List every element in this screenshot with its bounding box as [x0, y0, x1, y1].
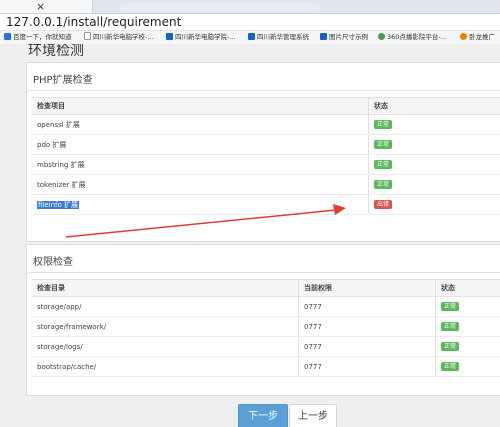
- bookmark-item[interactable]: 卧龙推广: [460, 31, 495, 44]
- arrow-head: [333, 204, 346, 215]
- bookmark-item[interactable]: 四川新华管理系统: [248, 31, 309, 44]
- bookmark-item[interactable]: 四川新华电脑学校-...: [84, 31, 154, 44]
- globe-icon: [378, 33, 385, 40]
- bookmark-item[interactable]: 图片尺寸示例: [320, 31, 368, 44]
- bookmark-icon: [248, 33, 255, 40]
- page-icon: [84, 32, 91, 40]
- link-icon: [460, 33, 467, 40]
- tab-close-icon[interactable]: ×: [36, 0, 45, 13]
- browser-tab-strip: ×: [0, 0, 500, 14]
- address-bar[interactable]: 127.0.0.1/install/requirement: [0, 14, 500, 31]
- bookmark-icon: [166, 33, 173, 40]
- arrow-shaft: [65, 209, 337, 238]
- bookmark-item[interactable]: 四川新华电脑学院-...: [166, 31, 236, 44]
- page-content: 环境检测 PHP扩展检查 检查项目 状态 openssl 扩展 正常 pdo 扩…: [0, 44, 500, 427]
- url-text[interactable]: 127.0.0.1/install/requirement: [6, 14, 181, 30]
- bookmarks-bar: 百度一下，你就知道 四川新华电脑学校-... 四川新华电脑学院-... 四川新华…: [0, 31, 500, 45]
- browser-tab-inactive[interactable]: [120, 3, 320, 11]
- bookmark-item[interactable]: 360点播影院平台-...: [378, 31, 447, 44]
- image-icon: [320, 33, 327, 40]
- browser-tab-active[interactable]: ×: [0, 0, 93, 13]
- bookmark-item[interactable]: 百度一下，你就知道: [4, 31, 72, 44]
- bookmark-icon: [4, 33, 11, 40]
- annotation-arrow: [65, 204, 346, 238]
